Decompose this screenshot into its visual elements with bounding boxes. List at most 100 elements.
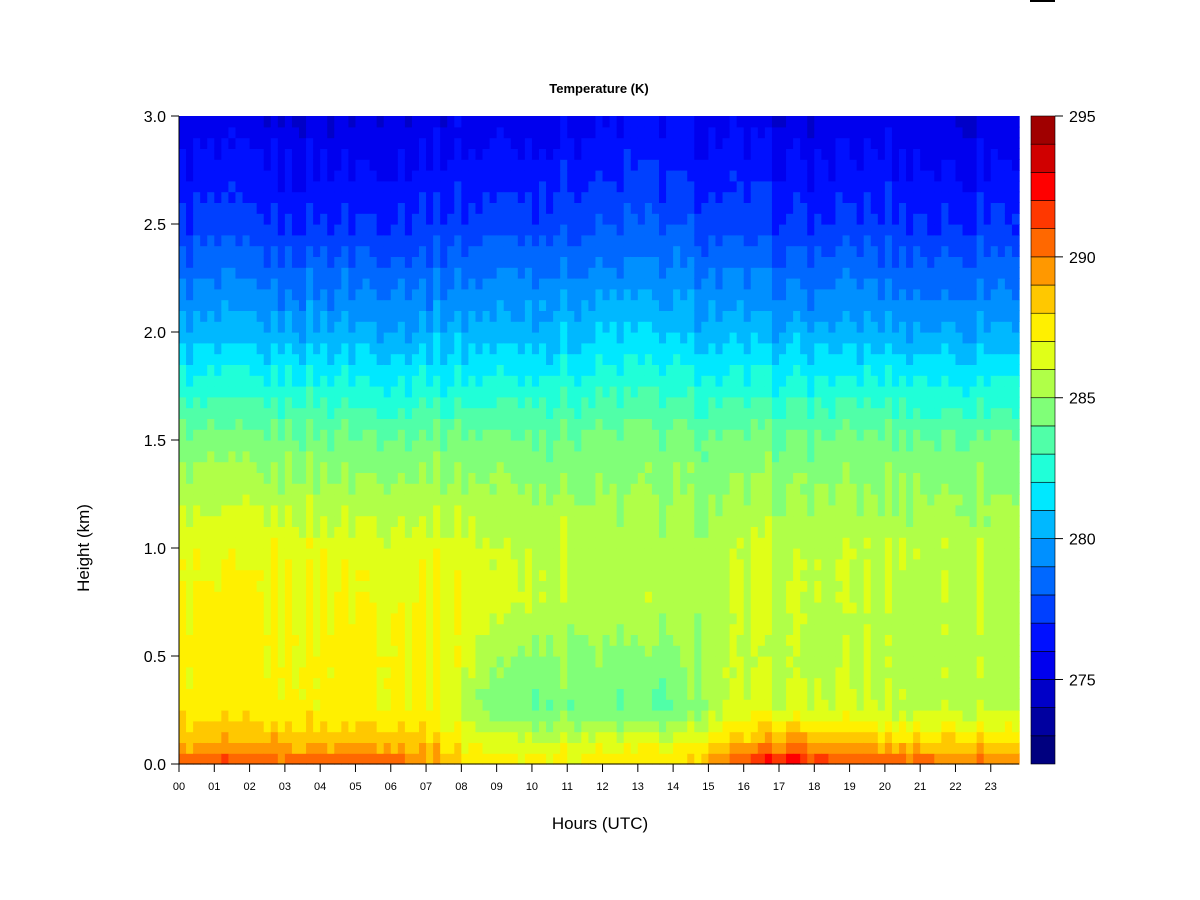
heatmap-cell [517,202,526,214]
heatmap-cell [659,234,667,247]
heatmap-cell [475,256,484,268]
heatmap-cell [419,116,427,128]
heatmap-cell [221,202,230,214]
heatmap-cell [489,537,498,549]
heatmap-cell [228,245,237,257]
heatmap-cell [376,137,385,149]
heatmap-cell [235,461,244,473]
heatmap-cell [680,386,688,398]
heatmap-cell [355,742,364,754]
heatmap-cell [567,407,575,419]
heatmap-cell [179,580,187,592]
heatmap-cell [270,612,279,625]
heatmap-cell [306,202,314,214]
heatmap-cell [193,656,201,668]
heatmap-cell [186,504,194,517]
heatmap-cell [659,450,667,463]
heatmap-cell [362,375,371,387]
heatmap-cell [327,472,335,484]
heatmap-cell [263,299,272,311]
heatmap-cell [306,180,314,193]
heatmap-cell [256,342,265,355]
heatmap-cell [426,278,434,290]
heatmap-cell [383,386,392,398]
heatmap-cell [637,526,646,538]
heatmap-cell [461,569,470,581]
heatmap-cell [468,126,477,139]
heatmap-cell [313,159,321,171]
heatmap-cell [553,202,561,214]
heatmap-cell [482,472,491,484]
heatmap-cell [659,213,667,225]
heatmap-cell [623,710,632,722]
heatmap-cell [397,591,406,603]
heatmap-cell [461,645,470,657]
heatmap-cell [256,742,265,754]
heatmap-cell [539,116,547,128]
heatmap-cell [306,731,314,743]
heatmap-cell [468,288,477,301]
heatmap-cell [270,364,279,376]
heatmap-cell [708,623,717,635]
heatmap-cell [687,191,695,203]
heatmap-cell [383,483,392,495]
heatmap-cell [397,396,406,409]
heatmap-cell [517,191,526,203]
heatmap-cell [320,396,328,409]
heatmap-cell [200,310,208,322]
heatmap-cell [567,256,575,268]
heatmap-cell [743,342,752,355]
heatmap-cell [482,526,491,538]
heatmap-cell [482,278,491,290]
heatmap-cell [369,202,378,214]
heatmap-cell [341,407,350,419]
heatmap-cell [574,742,582,754]
heatmap-cell [659,116,667,128]
heatmap-cell [694,688,702,700]
heatmap-cell [348,548,357,560]
heatmap-cell [539,602,547,614]
heatmap-cell [193,278,201,290]
heatmap-cell [694,396,702,409]
heatmap-cell [221,159,230,171]
heatmap-cell [291,602,300,614]
heatmap-cell [743,148,752,160]
heatmap-cell [539,440,547,452]
heatmap-cell [560,202,568,214]
heatmap-cell [644,666,653,679]
heatmap-cell [369,126,378,139]
heatmap-cell [503,386,512,398]
heatmap-cell [517,137,526,149]
heatmap-cell [574,483,582,495]
heatmap-cell [757,720,766,733]
heatmap-cell [666,569,674,581]
heatmap-cell [383,191,392,203]
heatmap-cell [651,472,660,484]
heatmap-cell [320,159,328,171]
heatmap-cell [651,137,660,149]
heatmap-cell [313,602,321,614]
heatmap-cell [581,461,590,473]
heatmap-cell [757,288,766,301]
heatmap-cell [256,677,265,689]
heatmap-cell [595,202,604,214]
heatmap-cell [588,148,597,160]
heatmap-cell [524,515,533,527]
heatmap-cell [708,666,717,679]
heatmap-cell [214,407,222,419]
heatmap-cell [426,126,434,139]
heatmap-cell [510,267,519,279]
heatmap-cell [299,569,307,581]
heatmap-cell [673,710,681,722]
heatmap-cell [179,342,187,355]
heatmap-cell [666,731,674,743]
heatmap-cell [433,634,441,646]
heatmap-cell [306,364,314,376]
heatmap-cell [193,256,201,268]
heatmap-cell [179,375,187,387]
heatmap-cell [757,342,766,355]
heatmap-cell [750,364,759,376]
heatmap-cell [193,753,201,765]
heatmap-cell [299,213,307,225]
heatmap-cell [313,396,321,409]
